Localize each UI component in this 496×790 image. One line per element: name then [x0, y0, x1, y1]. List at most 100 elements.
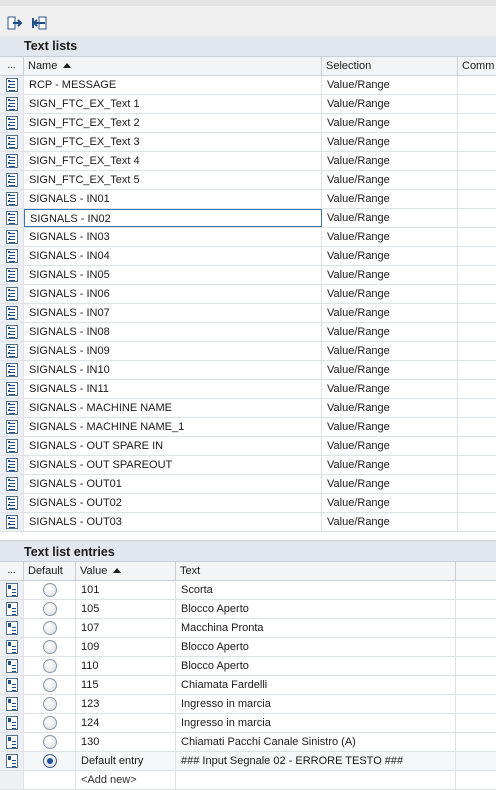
default-cell[interactable]: [24, 657, 76, 675]
row-indicator[interactable]: [0, 361, 24, 379]
table-row[interactable]: SIGN_FTC_EX_Text 3 Value/Range: [0, 133, 496, 152]
comment-cell[interactable]: [458, 456, 496, 474]
row-indicator[interactable]: [0, 733, 24, 751]
comment-cell[interactable]: [458, 114, 496, 132]
selection-cell[interactable]: Value/Range: [322, 114, 458, 132]
table-row[interactable]: SIGNALS - OUT03 Value/Range: [0, 513, 496, 532]
comment-cell[interactable]: [458, 494, 496, 512]
comment-cell[interactable]: [458, 190, 496, 208]
row-indicator[interactable]: [0, 418, 24, 436]
row-indicator[interactable]: [0, 114, 24, 132]
selection-cell[interactable]: Value/Range: [322, 399, 458, 417]
table-row[interactable]: 107 Macchina Pronta: [0, 619, 496, 638]
value-cell[interactable]: Default entry: [76, 752, 176, 770]
default-radio[interactable]: [42, 659, 57, 673]
selection-cell[interactable]: Value/Range: [322, 171, 458, 189]
row-indicator[interactable]: [0, 285, 24, 303]
comment-cell[interactable]: [458, 76, 496, 94]
table-row[interactable]: SIGNALS - IN04 Value/Range: [0, 247, 496, 266]
name-cell[interactable]: SIGN_FTC_EX_Text 1: [24, 95, 322, 113]
row-indicator[interactable]: [0, 600, 24, 618]
table-row[interactable]: SIGNALS - MACHINE NAME Value/Range: [0, 399, 496, 418]
table-row[interactable]: SIGNALS - IN08 Value/Range: [0, 323, 496, 342]
name-cell[interactable]: SIGN_FTC_EX_Text 4: [24, 152, 322, 170]
table-row[interactable]: RCP - MESSAGE Value/Range: [0, 76, 496, 95]
column-header-default[interactable]: Default: [24, 562, 76, 580]
name-cell[interactable]: SIGNALS - IN06: [24, 285, 322, 303]
default-cell[interactable]: [24, 676, 76, 694]
row-indicator[interactable]: [0, 657, 24, 675]
table-row[interactable]: SIGNALS - IN09 Value/Range: [0, 342, 496, 361]
name-cell[interactable]: SIGNALS - OUT03: [24, 513, 322, 531]
row-indicator[interactable]: [0, 304, 24, 322]
comment-cell[interactable]: [458, 399, 496, 417]
row-indicator[interactable]: [0, 714, 24, 732]
row-indicator[interactable]: [0, 209, 24, 227]
default-cell[interactable]: [24, 581, 76, 599]
import-icon[interactable]: [30, 14, 48, 32]
default-cell[interactable]: [24, 733, 76, 751]
text-cell[interactable]: ### Input Segnale 02 - ERRORE TESTO ###: [176, 752, 456, 770]
text-cell[interactable]: Blocco Aperto: [176, 657, 456, 675]
comment-cell[interactable]: [458, 152, 496, 170]
selection-cell[interactable]: Value/Range: [322, 323, 458, 341]
table-row[interactable]: SIGNALS - OUT SPAREOUT Value/Range: [0, 456, 496, 475]
text-cell[interactable]: Ingresso in marcia: [176, 714, 456, 732]
comment-cell[interactable]: [458, 361, 496, 379]
value-cell[interactable]: 124: [76, 714, 176, 732]
value-cell[interactable]: 101: [76, 581, 176, 599]
row-indicator[interactable]: [0, 190, 24, 208]
table-row[interactable]: 115 Chiamata Fardelli: [0, 676, 496, 695]
name-cell[interactable]: SIGNALS - OUT SPAREOUT: [24, 456, 322, 474]
row-indicator[interactable]: [0, 133, 24, 151]
name-cell[interactable]: SIGNALS - MACHINE NAME_1: [24, 418, 322, 436]
selection-cell[interactable]: Value/Range: [322, 475, 458, 493]
name-cell[interactable]: SIGN_FTC_EX_Text 2: [24, 114, 322, 132]
row-indicator[interactable]: [0, 76, 24, 94]
name-cell[interactable]: SIGNALS - IN04: [24, 247, 322, 265]
row-indicator[interactable]: [0, 513, 24, 531]
selection-cell[interactable]: Value/Range: [322, 266, 458, 284]
table-row[interactable]: 109 Blocco Aperto: [0, 638, 496, 657]
selection-cell[interactable]: Value/Range: [322, 133, 458, 151]
value-cell[interactable]: 130: [76, 733, 176, 751]
selection-cell[interactable]: Value/Range: [322, 513, 458, 531]
table-row[interactable]: SIGNALS - IN02 Value/Range: [0, 209, 496, 228]
table-row[interactable]: 110 Blocco Aperto: [0, 657, 496, 676]
table-row[interactable]: SIGNALS - MACHINE NAME_1 Value/Range: [0, 418, 496, 437]
table-row[interactable]: 130 Chiamati Pacchi Canale Sinistro (A): [0, 733, 496, 752]
row-indicator[interactable]: [0, 95, 24, 113]
row-indicator[interactable]: [0, 437, 24, 455]
text-cell[interactable]: Macchina Pronta: [176, 619, 456, 637]
comment-cell[interactable]: [458, 171, 496, 189]
column-header-comment[interactable]: Comm: [458, 57, 496, 75]
default-cell[interactable]: [24, 619, 76, 637]
name-cell[interactable]: SIGNALS - IN09: [24, 342, 322, 360]
row-indicator[interactable]: [0, 152, 24, 170]
table-row[interactable]: SIGNALS - IN01 Value/Range: [0, 190, 496, 209]
table-row[interactable]: SIGN_FTC_EX_Text 1 Value/Range: [0, 95, 496, 114]
name-cell[interactable]: SIGNALS - IN03: [24, 228, 322, 246]
default-cell[interactable]: [24, 638, 76, 656]
default-cell[interactable]: [24, 752, 76, 770]
selection-cell[interactable]: Value/Range: [322, 190, 458, 208]
comment-cell[interactable]: [458, 475, 496, 493]
column-header-indicator[interactable]: ...: [0, 57, 24, 75]
table-row[interactable]: SIGNALS - IN10 Value/Range: [0, 361, 496, 380]
selection-cell[interactable]: Value/Range: [322, 304, 458, 322]
selection-cell[interactable]: Value/Range: [322, 437, 458, 455]
value-cell[interactable]: 115: [76, 676, 176, 694]
text-cell[interactable]: Ingresso in marcia: [176, 695, 456, 713]
selection-cell[interactable]: Value/Range: [322, 456, 458, 474]
selection-cell[interactable]: Value/Range: [322, 285, 458, 303]
column-header-value[interactable]: Value: [76, 562, 176, 580]
table-row[interactable]: 105 Blocco Aperto: [0, 600, 496, 619]
name-cell[interactable]: SIGNALS - IN08: [24, 323, 322, 341]
comment-cell[interactable]: [458, 266, 496, 284]
name-cell[interactable]: SIGNALS - OUT01: [24, 475, 322, 493]
value-cell[interactable]: 123: [76, 695, 176, 713]
comment-cell[interactable]: [458, 437, 496, 455]
table-row[interactable]: 101 Scorta: [0, 581, 496, 600]
default-cell[interactable]: [24, 695, 76, 713]
name-cell[interactable]: SIGNALS - IN10: [24, 361, 322, 379]
